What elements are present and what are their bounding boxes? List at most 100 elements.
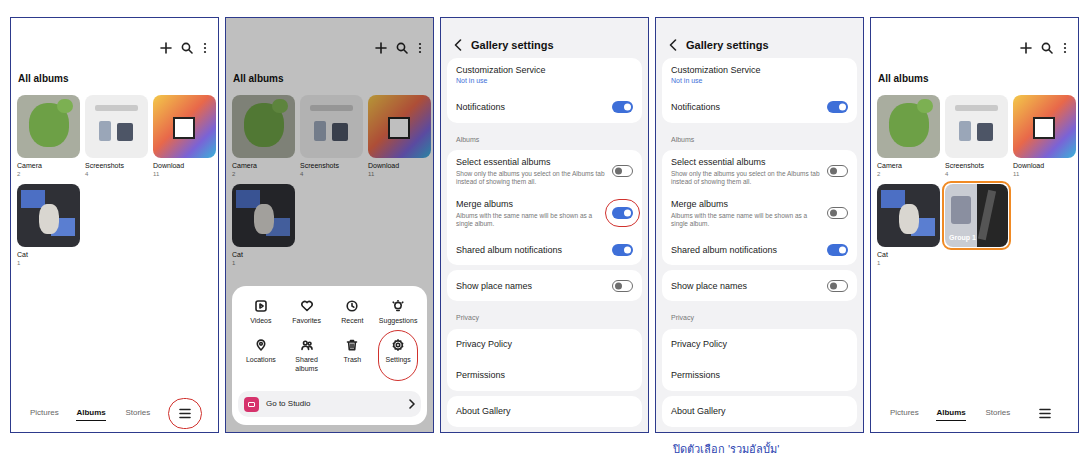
settings-card: Show place names [447, 270, 642, 301]
menu-button[interactable] [179, 408, 191, 419]
album-thumbnail[interactable] [85, 95, 148, 158]
settings-row[interactable]: Merge albumsAlbums with the same name wi… [447, 192, 642, 234]
album-item[interactable]: Download11 [1013, 95, 1076, 178]
studio-row[interactable]: Go to Studio [238, 391, 421, 417]
settings-row[interactable]: About Gallery [662, 396, 857, 427]
menu-item[interactable]: Trash [330, 339, 376, 373]
settings-subtitle: Not in use [671, 76, 848, 86]
screen-column: Gallery settingsCustomization ServiceNot… [440, 17, 649, 458]
settings-row[interactable]: Privacy Policy [662, 329, 857, 360]
people-icon [301, 339, 313, 351]
album-item[interactable]: Camera2 [17, 95, 80, 178]
toggle-switch[interactable] [612, 101, 633, 113]
toggle-switch[interactable] [827, 244, 848, 256]
menu-icon[interactable] [179, 408, 191, 419]
settings-row[interactable]: About Gallery [447, 396, 642, 427]
toggle-switch[interactable] [612, 165, 633, 177]
album-thumbnail[interactable] [153, 95, 216, 158]
settings-title: Shared album notifications [456, 244, 606, 256]
settings-card: Privacy PolicyPermissions [447, 329, 642, 391]
menu-button[interactable] [1039, 408, 1051, 419]
album-name: Screenshots [945, 161, 1008, 170]
toggle-switch[interactable] [612, 207, 633, 219]
menu-item[interactable]: Locations [238, 339, 284, 373]
settings-row[interactable]: Merge albumsAlbums with the same name wi… [662, 192, 857, 234]
album-item[interactable]: Cat1 [877, 184, 940, 267]
settings-list: Customization ServiceNot in useNotificat… [441, 57, 648, 432]
more-icon[interactable] [202, 42, 208, 54]
album-name: Camera [877, 161, 940, 170]
settings-row[interactable]: Customization ServiceNot in use [662, 58, 857, 92]
toggle-switch[interactable] [827, 207, 848, 219]
settings-row[interactable]: Permissions [447, 360, 642, 391]
menu-item[interactable]: Shared albums [284, 339, 330, 373]
toggle-knob [830, 282, 837, 289]
settings-description: Albums with the same name will be shown … [456, 212, 606, 228]
header: Gallery settings [441, 18, 648, 57]
settings-title: Merge albums [671, 198, 821, 210]
back-icon[interactable] [454, 39, 462, 51]
album-thumbnail[interactable] [1013, 95, 1076, 158]
toggle-switch[interactable] [612, 280, 633, 292]
album-thumbnail[interactable] [945, 95, 1008, 158]
album-item[interactable]: Cat1 [17, 184, 80, 267]
album-thumbnail[interactable] [877, 184, 940, 247]
menu-item[interactable]: Favorites [284, 300, 330, 325]
settings-row[interactable]: Customization ServiceNot in use [447, 58, 642, 92]
menu-item-label: Shared albums [284, 355, 330, 373]
album-item[interactable]: Screenshots4 [85, 95, 148, 178]
menu-item-label: Videos [250, 316, 271, 325]
album-thumbnail[interactable] [17, 184, 80, 247]
toggle-wrap [827, 101, 848, 113]
album-frame [85, 95, 148, 158]
settings-row[interactable]: Show place names [662, 270, 857, 301]
photo-shape [977, 184, 1009, 247]
toggle-switch[interactable] [827, 280, 848, 292]
plus-icon[interactable] [160, 42, 172, 54]
menu-icon[interactable] [1039, 408, 1051, 419]
album-thumbnail[interactable]: Group 1 [945, 184, 1008, 247]
album-item[interactable]: Group 1 [945, 184, 1008, 267]
album-thumbnail[interactable] [877, 95, 940, 158]
settings-row[interactable]: Show place names [447, 270, 642, 301]
photo-shape [951, 196, 971, 224]
nav-tab[interactable]: Pictures [890, 407, 919, 420]
nav-tab[interactable]: Albums [76, 407, 105, 421]
nav-tab[interactable]: Stories [125, 407, 150, 420]
search-icon[interactable] [181, 42, 193, 54]
search-icon[interactable] [1041, 42, 1053, 54]
album-item[interactable]: Screenshots4 [945, 95, 1008, 178]
menu-item-label: Favorites [292, 316, 321, 325]
menu-item[interactable]: Settings [375, 339, 421, 373]
album-thumbnail[interactable] [17, 95, 80, 158]
album-item[interactable]: Camera2 [877, 95, 940, 178]
settings-row[interactable]: Notifications [662, 92, 857, 123]
settings-row[interactable]: Select essential albumsShow only the alb… [447, 150, 642, 192]
toggle-switch[interactable] [827, 165, 848, 177]
nav-tab[interactable]: Pictures [30, 407, 59, 420]
nav-menu-cell [161, 408, 208, 419]
gear-icon [392, 339, 404, 351]
back-icon[interactable] [669, 39, 677, 51]
settings-row[interactable]: Shared album notifications [447, 234, 642, 265]
menu-item[interactable]: Suggestions [375, 300, 421, 325]
toggle-knob [624, 246, 631, 253]
album-item[interactable]: Download11 [153, 95, 216, 178]
more-icon[interactable] [1062, 42, 1068, 54]
toggle-switch[interactable] [612, 244, 633, 256]
settings-row[interactable]: Permissions [662, 360, 857, 391]
album-count: 11 [153, 170, 216, 178]
settings-row[interactable]: Shared album notifications [662, 234, 857, 265]
settings-row[interactable]: Notifications [447, 92, 642, 123]
settings-row[interactable]: Privacy Policy [447, 329, 642, 360]
settings-row-text: Show place names [671, 280, 821, 292]
album-frame [877, 184, 940, 247]
section-label: Albums [662, 128, 857, 151]
toggle-switch[interactable] [827, 101, 848, 113]
settings-row[interactable]: Select essential albumsShow only the alb… [662, 150, 857, 192]
nav-tab[interactable]: Albums [936, 407, 965, 421]
menu-item[interactable]: Recent [330, 300, 376, 325]
nav-tab[interactable]: Stories [985, 407, 1010, 420]
menu-item[interactable]: Videos [238, 300, 284, 325]
plus-icon[interactable] [1020, 42, 1032, 54]
